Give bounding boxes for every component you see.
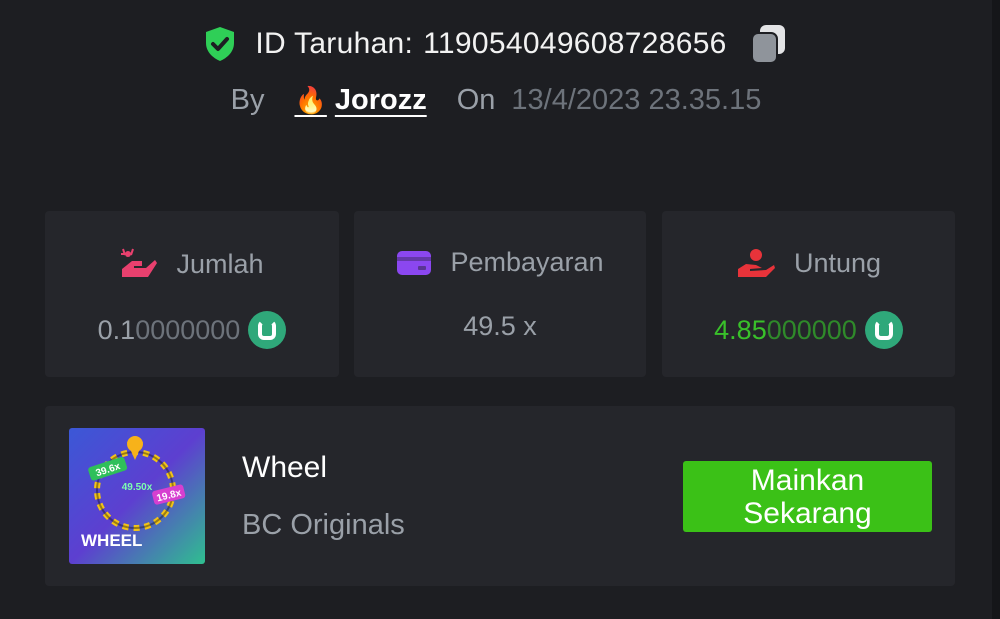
profit-trailing: 000000 <box>766 314 857 345</box>
stat-label: Jumlah <box>176 248 264 279</box>
stat-value: 0.1 0000000 <box>45 311 339 349</box>
bc-coin-icon <box>864 311 903 349</box>
username-link[interactable]: 🔥 Jorozz <box>294 84 426 117</box>
stat-value: 49.5 x <box>354 311 646 342</box>
amount-main: 0.1 <box>97 314 136 345</box>
bet-id-header: ID Taruhan: 119054049608728656 <box>0 22 992 66</box>
bc-coin-icon <box>248 311 287 349</box>
stat-label: Untung <box>793 247 882 278</box>
bet-date: 13/4/2023 23.35.15 <box>511 84 762 116</box>
bet-id-value: 119054049608728656 <box>423 27 727 60</box>
bet-byline: By 🔥 Jorozz On 13/4/2023 23.35.15 <box>0 84 992 117</box>
game-thumbnail[interactable]: 39.6x 49.50x 19.8x WHEEL <box>69 428 205 564</box>
stat-label: Pembayaran <box>450 247 604 277</box>
play-now-label: Mainkan Sekarang <box>743 463 872 530</box>
copy-icon[interactable] <box>749 22 789 66</box>
game-card: 39.6x 49.50x 19.8x WHEEL Wheel BC Origin… <box>45 406 955 586</box>
stat-header: Pembayaran <box>354 247 646 278</box>
right-edge-strip <box>992 0 1000 619</box>
stat-value: 4.85 000000 <box>662 311 955 349</box>
bet-id-label: ID Taruhan: <box>255 27 414 60</box>
payout-value: 49.5 x <box>463 311 537 341</box>
hand-coins-icon <box>121 248 158 277</box>
play-now-button[interactable]: Mainkan Sekarang <box>683 461 932 532</box>
stat-card-payout: Pembayaran 49.5 x <box>354 211 646 377</box>
verified-shield-icon <box>206 27 235 61</box>
fire-icon: 🔥 <box>294 85 327 115</box>
on-label: On <box>456 84 496 116</box>
stat-card-profit: Untung 4.85 000000 <box>662 211 955 377</box>
game-title[interactable]: Wheel <box>242 451 327 485</box>
multiplier-text: 39.6x <box>95 461 123 479</box>
game-provider: BC Originals <box>242 509 405 541</box>
amount-trailing: 0000000 <box>135 314 241 345</box>
stat-header: Untung <box>662 247 955 279</box>
wheel-art: 39.6x 49.50x 19.8x WHEEL <box>81 436 186 550</box>
stat-header: Jumlah <box>45 247 339 281</box>
wallet-card-icon <box>397 250 432 275</box>
profit-main: 4.85 <box>714 314 767 345</box>
profit-hand-icon <box>737 249 775 277</box>
stat-card-amount: Jumlah 0.1 0000000 <box>45 211 339 377</box>
multiplier-text: 49.50x <box>122 482 153 493</box>
by-label: By <box>230 84 265 116</box>
thumbnail-title: WHEEL <box>81 531 142 550</box>
username-text: Jorozz <box>334 84 427 116</box>
